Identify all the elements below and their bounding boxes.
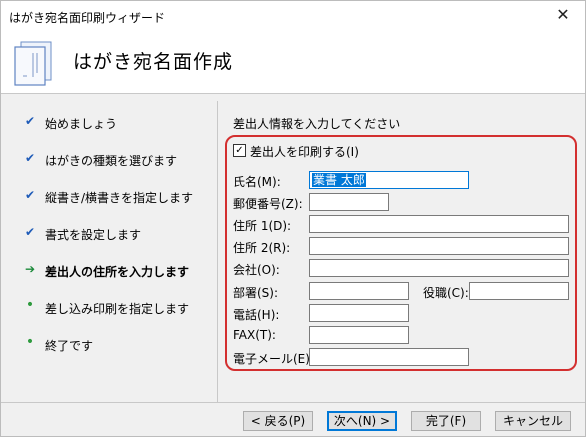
window-title: はがき宛名面印刷ウィザード [9, 11, 166, 25]
fax-field[interactable] [309, 326, 409, 344]
close-icon[interactable]: ✕ [553, 5, 573, 24]
wizard-window: はがき宛名面印刷ウィザード ✕ はがき宛名面作成 ✔ 始めましょう ✔ はがきの… [0, 0, 586, 437]
back-button[interactable]: < 戻る(P) [243, 411, 313, 431]
page-heading: はがき宛名面作成 [73, 51, 234, 73]
step-item: • 終了です [15, 334, 215, 355]
step-item: • 差し込み印刷を指定します [15, 297, 215, 318]
footer-divider [1, 402, 585, 403]
form-instruction: 差出人情報を入力してください [233, 117, 401, 131]
address2-field[interactable] [309, 237, 569, 255]
department-label: 部署(S): [233, 286, 279, 300]
step-item-current: ➔ 差出人の住所を入力します [15, 261, 215, 281]
step-label: 終了です [45, 339, 94, 353]
step-bullet-icon: • [25, 334, 35, 350]
panel-divider [217, 101, 218, 403]
finish-button[interactable]: 完了(F) [411, 411, 481, 431]
step-bullet-icon: • [25, 297, 35, 313]
name-field[interactable]: 業書 太郎 [309, 171, 469, 189]
company-label: 会社(O): [233, 263, 280, 277]
job-title-field[interactable] [469, 282, 569, 300]
email-field[interactable] [309, 348, 469, 366]
address1-label: 住所 1(D): [233, 219, 292, 233]
title-bar: はがき宛名面印刷ウィザード ✕ [1, 1, 585, 31]
checkbox-checked-icon[interactable]: ✓ [233, 144, 246, 157]
address2-label: 住所 2(R): [233, 241, 291, 255]
phone-field[interactable] [309, 304, 409, 322]
postcard-document-icon [14, 41, 52, 86]
step-check-icon: ✔ [24, 188, 36, 202]
step-label: 差し込み印刷を指定します [45, 302, 190, 316]
step-check-icon: ✔ [24, 114, 36, 128]
step-item: ✔ 書式を設定します [15, 224, 215, 244]
step-label: 差出人の住所を入力します [45, 265, 190, 279]
step-check-icon: ✔ [24, 225, 36, 239]
name-label: 氏名(M): [233, 175, 281, 189]
step-item: ✔ 縦書き/横書きを指定します [15, 187, 215, 207]
step-arrow-icon: ➔ [24, 262, 36, 276]
fax-label: FAX(T): [233, 328, 276, 342]
address1-field[interactable] [309, 215, 569, 233]
next-button[interactable]: 次へ(N) > [327, 411, 397, 431]
job-title-label: 役職(C): [423, 286, 469, 300]
name-field-value: 業書 太郎 [312, 173, 366, 187]
step-label: 始めましょう [45, 117, 118, 131]
email-label: 電子メール(E) [233, 352, 310, 366]
postal-label: 郵便番号(Z): [233, 197, 303, 211]
phone-label: 電話(H): [233, 308, 280, 322]
step-check-icon: ✔ [24, 151, 36, 165]
company-field[interactable] [309, 259, 569, 277]
step-label: 縦書き/横書きを指定します [45, 191, 194, 205]
step-label: はがきの種類を選びます [45, 154, 178, 168]
print-sender-label: 差出人を印刷する(I) [250, 145, 359, 159]
postal-code-field[interactable] [309, 193, 389, 211]
step-label: 書式を設定します [45, 228, 142, 242]
department-field[interactable] [309, 282, 409, 300]
step-item: ✔ はがきの種類を選びます [15, 150, 215, 170]
wizard-header: はがき宛名面作成 [1, 31, 585, 94]
step-item: ✔ 始めましょう [15, 113, 215, 133]
cancel-button[interactable]: キャンセル [495, 411, 571, 431]
